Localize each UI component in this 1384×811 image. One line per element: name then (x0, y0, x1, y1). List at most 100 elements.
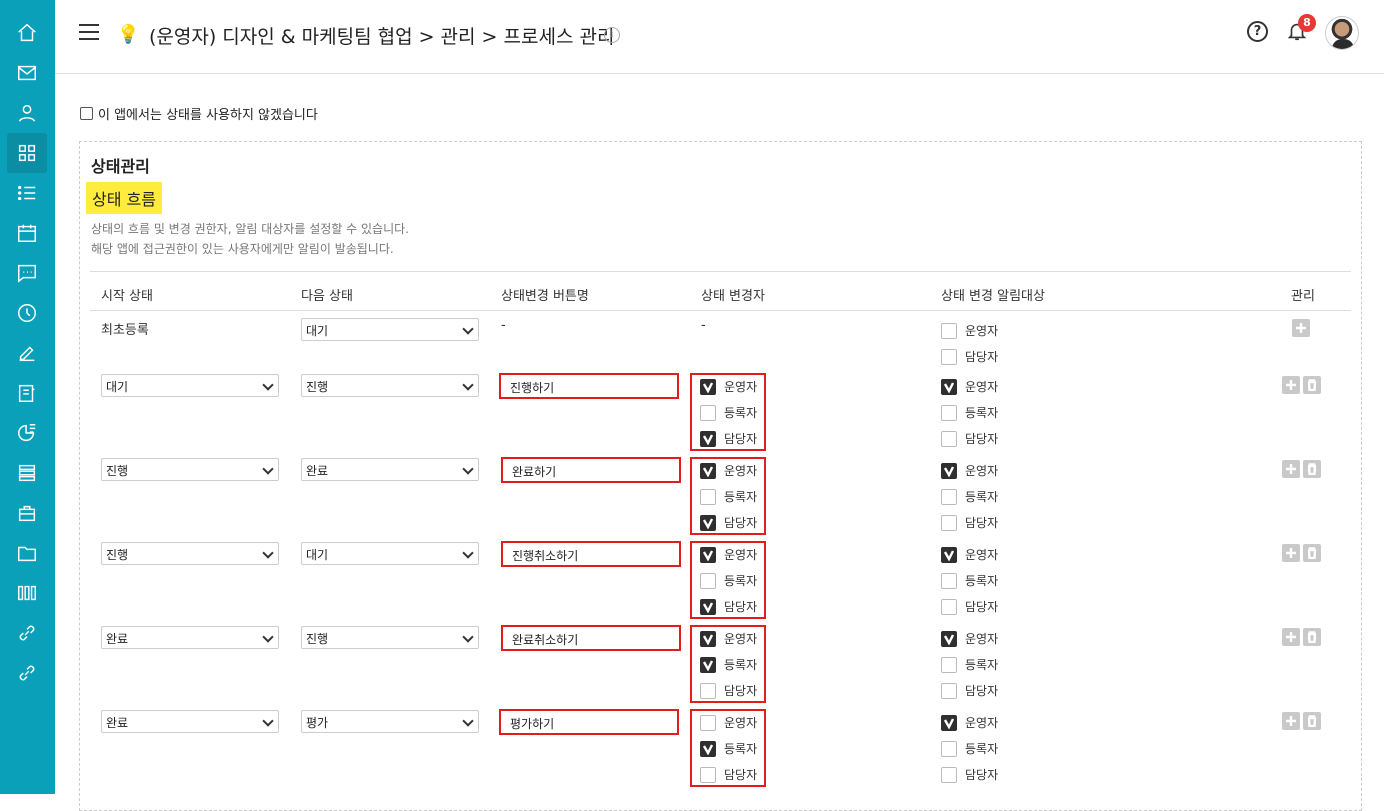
notify-checkbox[interactable]: 등록자 (941, 572, 998, 589)
next-status-select[interactable]: 완료 (301, 458, 479, 481)
notify-checkbox[interactable]: 담당자 (941, 682, 998, 699)
sidebar-item-briefcase[interactable] (7, 493, 47, 533)
checkbox-box[interactable] (941, 598, 957, 615)
checkbox-box[interactable] (941, 404, 957, 421)
notify-checkbox[interactable]: 등록자 (941, 740, 998, 757)
disable-status-checkbox[interactable]: 이 앱에서는 상태를 사용하지 않겠습니다 (80, 104, 318, 123)
checkbox-box[interactable] (941, 430, 957, 447)
sidebar-item-stack[interactable] (7, 453, 47, 493)
sidebar-item-link[interactable] (7, 613, 47, 653)
checkbox-box[interactable] (941, 546, 957, 563)
start-status-select[interactable]: 대기 (101, 374, 279, 397)
notify-checkbox[interactable]: 운영자 (941, 378, 998, 395)
sidebar-item-calendar[interactable] (7, 213, 47, 253)
notify-checkbox[interactable]: 담당자 (941, 766, 998, 783)
sidebar-item-clock[interactable] (7, 293, 47, 333)
changer-checkbox[interactable]: 담당자 (700, 514, 757, 531)
checkbox-box[interactable] (941, 766, 957, 783)
button-name-input[interactable]: 진행하기 (499, 373, 679, 399)
changer-checkbox[interactable]: 담당자 (700, 766, 757, 783)
checkbox-box[interactable] (941, 348, 957, 365)
start-status-select[interactable]: 완료 (101, 626, 279, 649)
sidebar-item-chart[interactable] (7, 413, 47, 453)
checkbox-box[interactable] (941, 740, 957, 757)
delete-button[interactable] (1303, 712, 1321, 730)
sidebar-item-list[interactable] (7, 173, 47, 213)
checkbox-box[interactable] (700, 430, 716, 447)
changer-checkbox[interactable]: 운영자 (700, 462, 757, 479)
next-status-select[interactable]: 평가 (301, 710, 479, 733)
add-button[interactable] (1282, 628, 1300, 646)
next-status-select[interactable]: 진행 (301, 626, 479, 649)
next-status-select[interactable]: 진행 (301, 374, 479, 397)
sidebar-item-folder[interactable] (7, 533, 47, 573)
notify-checkbox[interactable]: 등록자 (941, 488, 998, 505)
add-button[interactable] (1282, 544, 1300, 562)
sidebar-item-chat[interactable] (7, 253, 47, 293)
add-button[interactable] (1292, 319, 1310, 337)
checkbox-box[interactable] (80, 107, 93, 120)
changer-checkbox[interactable]: 운영자 (700, 378, 757, 395)
sidebar-item-columns[interactable] (7, 573, 47, 613)
checkbox-box[interactable] (700, 404, 716, 421)
help-icon[interactable]: ? (1247, 21, 1268, 42)
menu-icon[interactable] (79, 24, 99, 42)
notify-checkbox[interactable]: 운영자 (941, 714, 998, 731)
first-notify-checkbox[interactable]: 운영자 (941, 322, 998, 339)
next-status-select[interactable]: 대기 (301, 542, 479, 565)
changer-checkbox[interactable]: 등록자 (700, 404, 757, 421)
start-status-select[interactable]: 완료 (101, 710, 279, 733)
info-icon[interactable]: i (604, 27, 620, 43)
checkbox-box[interactable] (700, 766, 716, 783)
checkbox-box[interactable] (700, 488, 716, 505)
changer-checkbox[interactable]: 운영자 (700, 630, 757, 647)
notify-checkbox[interactable]: 담당자 (941, 430, 998, 447)
checkbox-box[interactable] (700, 514, 716, 531)
delete-button[interactable] (1303, 460, 1321, 478)
checkbox-box[interactable] (941, 682, 957, 699)
sidebar-item-link2[interactable] (7, 653, 47, 693)
delete-button[interactable] (1303, 376, 1321, 394)
first-next-select[interactable]: 대기 (301, 318, 479, 341)
add-button[interactable] (1282, 712, 1300, 730)
checkbox-box[interactable] (700, 714, 716, 731)
button-name-input[interactable]: 진행취소하기 (501, 541, 681, 567)
add-button[interactable] (1282, 376, 1300, 394)
notify-checkbox[interactable]: 운영자 (941, 630, 998, 647)
checkbox-box[interactable] (941, 572, 957, 589)
add-button[interactable] (1282, 460, 1300, 478)
checkbox-box[interactable] (941, 488, 957, 505)
sidebar-item-mail[interactable] (7, 53, 47, 93)
avatar[interactable] (1325, 16, 1359, 50)
checkbox-box[interactable] (700, 572, 716, 589)
changer-checkbox[interactable]: 담당자 (700, 682, 757, 699)
notify-checkbox[interactable]: 담당자 (941, 514, 998, 531)
checkbox-box[interactable] (941, 714, 957, 731)
checkbox-box[interactable] (700, 682, 716, 699)
start-status-select[interactable]: 진행 (101, 458, 279, 481)
changer-checkbox[interactable]: 담당자 (700, 598, 757, 615)
checkbox-box[interactable] (700, 598, 716, 615)
checkbox-box[interactable] (941, 378, 957, 395)
checkbox-box[interactable] (941, 656, 957, 673)
changer-checkbox[interactable]: 담당자 (700, 430, 757, 447)
notify-checkbox[interactable]: 등록자 (941, 656, 998, 673)
notify-checkbox[interactable]: 운영자 (941, 462, 998, 479)
changer-checkbox[interactable]: 등록자 (700, 740, 757, 757)
notify-checkbox[interactable]: 담당자 (941, 598, 998, 615)
changer-checkbox[interactable]: 운영자 (700, 546, 757, 563)
button-name-input[interactable]: 완료취소하기 (501, 625, 681, 651)
button-name-input[interactable]: 완료하기 (501, 457, 681, 483)
delete-button[interactable] (1303, 628, 1321, 646)
changer-checkbox[interactable]: 등록자 (700, 656, 757, 673)
checkbox-box[interactable] (941, 514, 957, 531)
changer-checkbox[interactable]: 등록자 (700, 488, 757, 505)
first-notify-checkbox[interactable]: 담당자 (941, 348, 998, 365)
button-name-input[interactable]: 평가하기 (499, 709, 679, 735)
sidebar-item-home[interactable] (7, 13, 47, 53)
checkbox-box[interactable] (700, 378, 716, 395)
sidebar-item-edit[interactable] (7, 333, 47, 373)
checkbox-box[interactable] (941, 322, 957, 339)
sidebar-item-board[interactable] (7, 373, 47, 413)
checkbox-box[interactable] (941, 630, 957, 647)
